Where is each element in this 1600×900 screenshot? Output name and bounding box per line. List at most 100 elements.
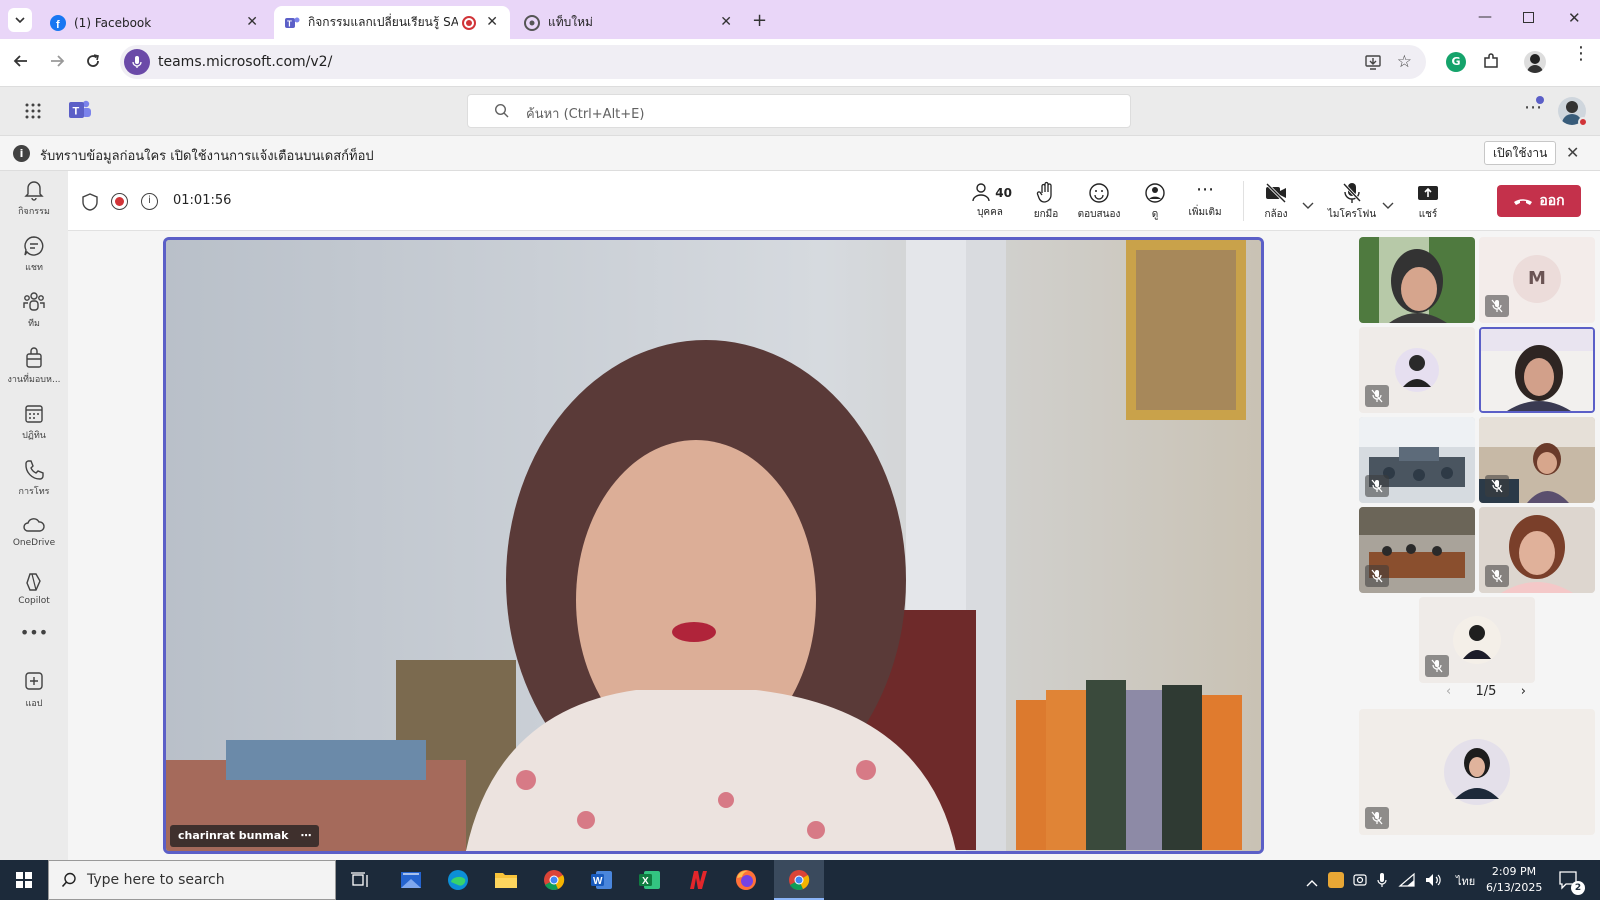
main-speaker-video[interactable]: charinrat bunmak ⋯: [163, 237, 1264, 854]
extension-grammarly-icon[interactable]: G: [1446, 52, 1466, 72]
clock-date: 6/13/2025: [1486, 881, 1543, 894]
tab-teams-meeting[interactable]: T กิจกรรมแลกเปลี่ยนเรียนรู้ SAR ✕: [274, 6, 510, 39]
rail-label: ทีม: [28, 319, 40, 329]
leave-meeting-button[interactable]: ออก: [1497, 185, 1581, 217]
svg-text:X: X: [642, 876, 649, 887]
tray-camera-icon[interactable]: [1352, 872, 1368, 892]
file-explorer-icon[interactable]: [492, 866, 520, 894]
participant-more-icon[interactable]: ⋯: [300, 825, 311, 847]
bookmark-star-icon[interactable]: ☆: [1397, 52, 1412, 72]
volume-icon[interactable]: [1424, 872, 1442, 892]
tab-close-icon[interactable]: ✕: [486, 14, 498, 30]
tab-close-icon[interactable]: ✕: [246, 14, 258, 30]
participant-tile[interactable]: [1359, 327, 1475, 413]
participant-tile[interactable]: [1479, 507, 1595, 593]
wifi-icon[interactable]: [1398, 872, 1416, 892]
n-app-icon[interactable]: [684, 866, 712, 894]
browser-toolbar: teams.microsoft.com/v2/ ☆ G ⋮: [0, 39, 1600, 87]
participant-tile-active-speaker[interactable]: [1479, 327, 1595, 413]
rail-item-calendar[interactable]: ปฏิทิน: [0, 403, 68, 442]
chrome-browser-icon[interactable]: [540, 866, 568, 894]
rail-label: งานที่มอบห...: [7, 375, 61, 385]
teams-header: T ค้นหา (Ctrl+Alt+E) ⋯: [0, 87, 1600, 136]
meeting-info-icon[interactable]: i: [141, 193, 158, 210]
self-view-tile[interactable]: [1359, 709, 1595, 835]
chrome-running-task[interactable]: [774, 860, 824, 900]
microphone-button[interactable]: ไมโครโฟน: [1324, 181, 1380, 222]
banner-close-icon[interactable]: ✕: [1566, 143, 1579, 162]
participant-tile[interactable]: [1419, 597, 1535, 683]
new-tab-plus-icon[interactable]: +: [752, 10, 767, 31]
rail-label: ปฏิทิน: [22, 431, 46, 441]
rail-item-assignments[interactable]: งานที่มอบห...: [0, 347, 68, 386]
window-restore-icon[interactable]: [1523, 12, 1534, 23]
microphone-site-icon[interactable]: [124, 49, 150, 75]
recording-icon[interactable]: [111, 193, 128, 210]
camera-options-chevron-icon[interactable]: [1302, 195, 1314, 214]
microphone-options-chevron-icon[interactable]: [1382, 195, 1394, 214]
rail-item-activity[interactable]: กิจกรรม: [0, 179, 68, 218]
react-button[interactable]: ตอบสนอง: [1074, 181, 1124, 222]
tray-overflow-chevron-icon[interactable]: [1306, 872, 1318, 891]
camera-button[interactable]: กล้อง: [1256, 181, 1296, 222]
word-app-icon[interactable]: W: [588, 866, 616, 894]
participant-tile[interactable]: [1359, 237, 1475, 323]
app-launcher-waffle-icon[interactable]: [24, 102, 42, 124]
rail-item-onedrive[interactable]: OneDrive: [0, 515, 68, 548]
address-bar[interactable]: teams.microsoft.com/v2/ ☆: [120, 45, 1426, 79]
input-language-indicator[interactable]: ไทย: [1456, 872, 1475, 890]
tab-close-icon[interactable]: ✕: [720, 14, 732, 30]
tab-facebook[interactable]: f (1) Facebook ✕: [40, 6, 270, 39]
window-minimize-icon[interactable]: —: [1478, 9, 1492, 25]
window-close-icon[interactable]: ✕: [1568, 9, 1581, 27]
back-arrow-icon[interactable]: [12, 52, 30, 74]
task-view-icon[interactable]: [346, 866, 374, 894]
next-page-chevron-icon[interactable]: ›: [1521, 684, 1526, 699]
teams-search-input[interactable]: ค้นหา (Ctrl+Alt+E): [467, 94, 1131, 128]
windows-taskbar: Type here to search W X ไทย 2:09 PM 6/13…: [0, 860, 1600, 900]
tab-search-button[interactable]: [8, 8, 32, 32]
rail-item-copilot[interactable]: Copilot: [0, 571, 68, 606]
view-button[interactable]: ดู: [1140, 181, 1170, 222]
rail-item-teams[interactable]: ทีม: [0, 291, 68, 330]
edge-browser-icon[interactable]: [444, 866, 472, 894]
shield-icon[interactable]: [82, 193, 98, 215]
firefox-browser-icon[interactable]: [732, 866, 760, 894]
taskbar-clock[interactable]: 2:09 PM 6/13/2025: [1486, 864, 1542, 896]
extensions-puzzle-icon[interactable]: [1482, 52, 1500, 74]
rail-item-chat[interactable]: แชท: [0, 235, 68, 274]
tray-microphone-icon[interactable]: [1376, 872, 1388, 892]
share-button[interactable]: แชร์: [1410, 181, 1446, 222]
participant-tile[interactable]: [1359, 417, 1475, 503]
tray-app-icon[interactable]: [1328, 872, 1344, 888]
clock-time: 2:09 PM: [1491, 865, 1537, 878]
speaker-name-tag[interactable]: charinrat bunmak ⋯: [170, 825, 320, 847]
more-label: เพิ่มเติม: [1188, 207, 1222, 218]
install-app-icon[interactable]: [1364, 53, 1382, 75]
rail-label: การโทร: [18, 487, 50, 497]
browser-menu-kebab-icon[interactable]: ⋮: [1572, 45, 1590, 63]
react-label: ตอบสนอง: [1077, 209, 1121, 220]
enable-notifications-button[interactable]: เปิดใช้งาน: [1484, 141, 1557, 165]
rail-item-apps[interactable]: แอป: [0, 671, 68, 710]
view-person-icon: [1145, 183, 1165, 203]
participant-tile[interactable]: M: [1479, 237, 1595, 323]
people-button[interactable]: 40 บุคคล: [968, 181, 1012, 220]
browser-profile-avatar[interactable]: [1524, 51, 1546, 73]
rail-label: แชท: [25, 263, 43, 273]
taskbar-search-box[interactable]: Type here to search: [48, 860, 336, 900]
windows-start-icon[interactable]: [10, 866, 38, 894]
tab-new-tab[interactable]: แท็บใหม่ ✕: [514, 6, 744, 39]
self-avatar-photo: [1444, 739, 1510, 805]
participant-tile[interactable]: [1479, 417, 1595, 503]
reload-icon[interactable]: [84, 52, 102, 74]
app-teams-mail-icon[interactable]: [397, 866, 425, 894]
raise-hand-button[interactable]: ยกมือ: [1026, 181, 1066, 222]
excel-app-icon[interactable]: X: [636, 866, 664, 894]
rail-more-apps-icon[interactable]: •••: [0, 623, 68, 642]
previous-page-chevron-icon[interactable]: ‹: [1446, 684, 1451, 699]
participant-tile[interactable]: [1359, 507, 1475, 593]
more-actions-button[interactable]: ⋯ เพิ่มเติม: [1180, 181, 1230, 220]
rail-item-calls[interactable]: การโทร: [0, 459, 68, 498]
forward-arrow-icon[interactable]: [48, 52, 66, 74]
